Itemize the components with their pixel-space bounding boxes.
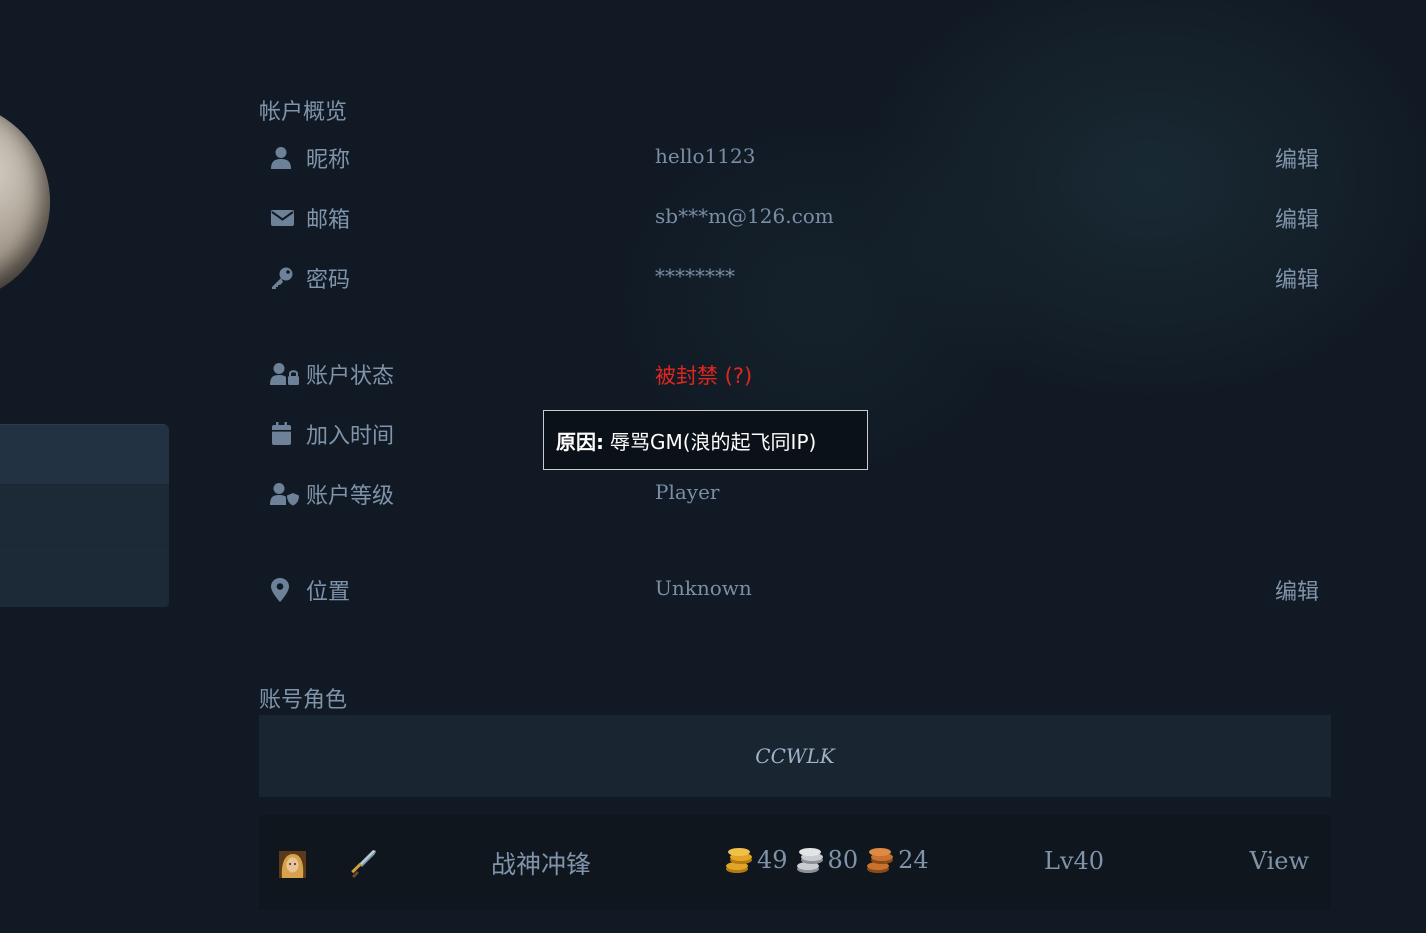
warrior-sword-icon — [351, 850, 376, 878]
password-label: 密码 — [306, 268, 351, 293]
character-money: 49 80 24 — [725, 846, 937, 874]
password-row: 密码 ******** 编辑 — [270, 260, 1330, 296]
key-icon — [272, 267, 293, 289]
profile-avatar — [0, 102, 50, 302]
account-level-label: 账户等级 — [306, 484, 395, 509]
side-navigation — [0, 424, 169, 608]
edit-nickname-button[interactable]: 编辑 — [1275, 142, 1319, 174]
realm-header[interactable]: CCWLK — [259, 715, 1331, 797]
gold-amount: 49 — [757, 846, 788, 874]
nickname-row: 昵称 hello1123 编辑 — [270, 140, 1330, 176]
copper-amount: 24 — [898, 846, 929, 874]
account-level-row: 账户等级 Player — [270, 476, 1330, 512]
joined-label: 加入时间 — [306, 424, 395, 449]
copper-coins-icon — [867, 848, 894, 873]
realm-name: CCWLK — [755, 744, 835, 768]
view-character-link[interactable]: View — [1250, 847, 1309, 875]
account-level-value: Player — [655, 480, 720, 504]
user-shield-icon — [270, 483, 299, 506]
email-label: 邮箱 — [306, 208, 351, 233]
silver-amount: 80 — [827, 846, 859, 874]
nickname-label: 昵称 — [306, 148, 351, 173]
human-female-portrait-icon — [279, 851, 306, 878]
email-value: sb***m@126.com — [655, 204, 834, 228]
account-page: 帐户概览 昵称 hello1123 编辑 邮箱 sb***m@126.com 编… — [0, 0, 1426, 933]
status-label: 账户状态 — [306, 364, 395, 389]
side-nav-item-1[interactable] — [0, 424, 169, 485]
location-row: 位置 Unknown 编辑 — [270, 572, 1330, 608]
password-value: ******** — [655, 264, 735, 288]
character-name[interactable]: 战神冲锋 — [491, 845, 591, 881]
side-nav-item-3[interactable] — [0, 546, 169, 607]
overview-title: 帐户概览 — [259, 100, 348, 125]
email-row: 邮箱 sb***m@126.com 编辑 — [270, 200, 1330, 236]
tooltip-label: 原因: — [556, 430, 604, 454]
location-label: 位置 — [306, 580, 351, 605]
tooltip-text: 辱骂GM(浪的起飞同IP) — [610, 430, 817, 454]
character-level: Lv40 — [1044, 847, 1105, 875]
character-row: 战神冲锋 49 80 24 Lv40 View — [259, 815, 1331, 910]
location-value: Unknown — [655, 576, 752, 600]
calendar-icon — [272, 422, 291, 445]
user-icon — [271, 147, 291, 169]
envelope-icon — [271, 210, 294, 226]
ban-reason-tooltip: 原因: 辱骂GM(浪的起飞同IP) — [543, 410, 868, 470]
edit-email-button[interactable]: 编辑 — [1275, 202, 1319, 234]
status-row: 账户状态 被封禁 (?) — [270, 356, 1330, 392]
edit-location-button[interactable]: 编辑 — [1275, 574, 1319, 606]
map-marker-icon — [271, 578, 289, 602]
characters-title: 账号角色 — [259, 688, 348, 713]
status-value-banned[interactable]: 被封禁 (?) — [655, 360, 752, 390]
gold-coins-icon — [726, 848, 752, 873]
user-lock-icon — [270, 363, 299, 385]
silver-coins-icon — [796, 848, 823, 873]
edit-password-button[interactable]: 编辑 — [1275, 262, 1319, 294]
side-nav-item-2[interactable] — [0, 485, 169, 546]
nickname-value: hello1123 — [655, 144, 756, 168]
